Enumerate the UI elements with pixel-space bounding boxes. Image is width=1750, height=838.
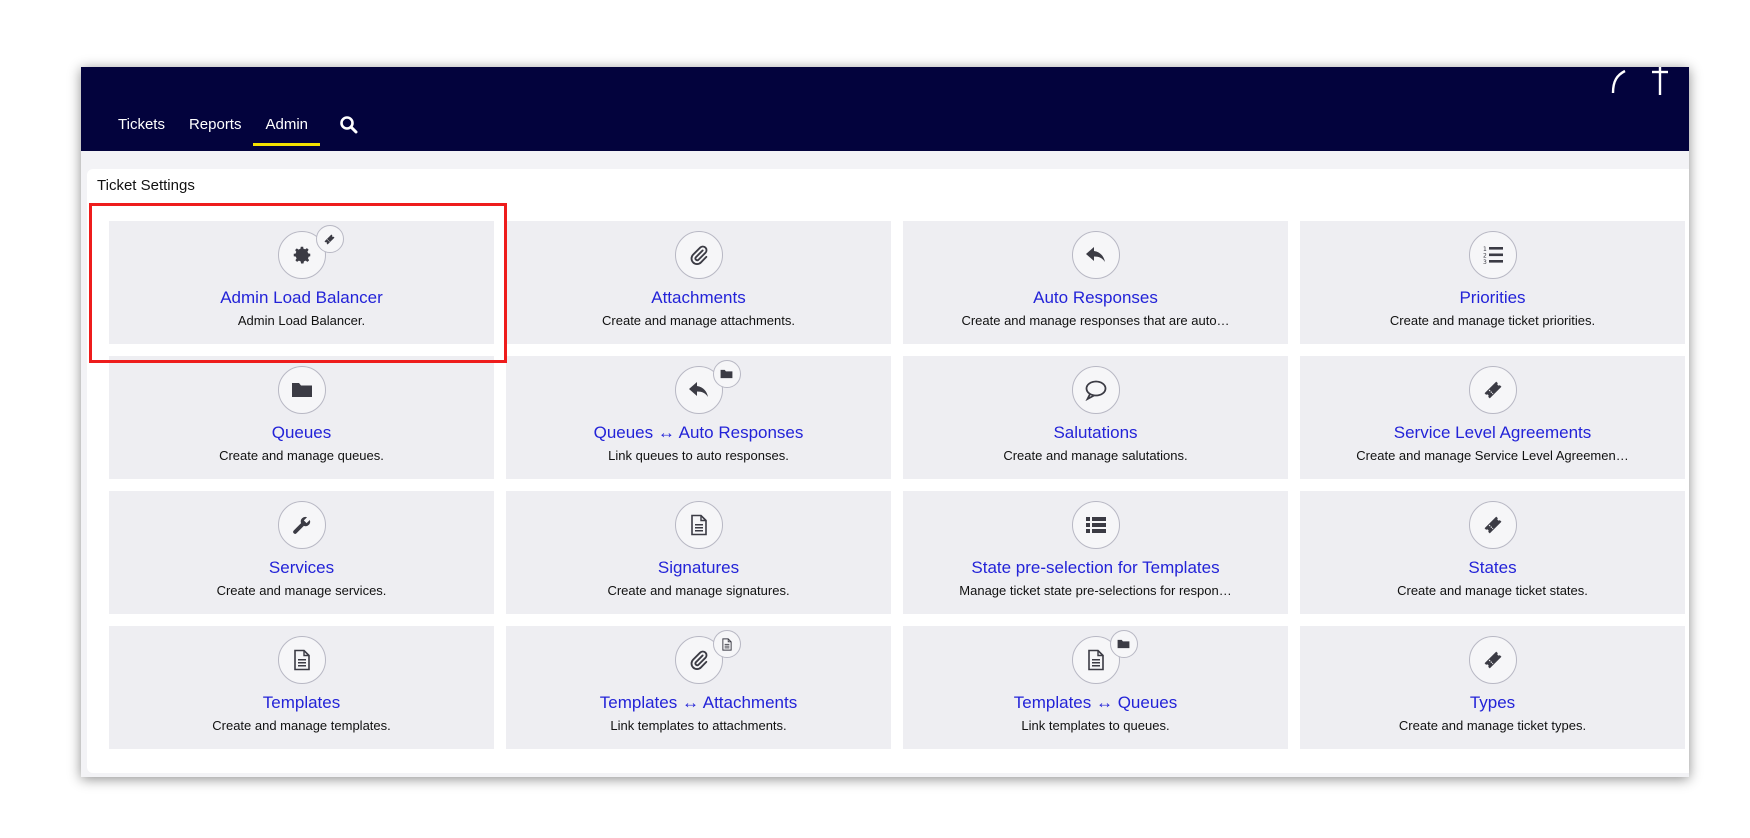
admin-tile[interactable]: Admin Load Balancer Admin Load Balancer.	[109, 221, 494, 344]
tile-title[interactable]: Templates ↔ Queues	[903, 693, 1288, 713]
admin-tile[interactable]: Signatures Create and manage signatures.	[506, 491, 891, 614]
tile-description: Create and manage signatures.	[607, 583, 790, 598]
tile-title[interactable]: Admin Load Balancer	[109, 288, 494, 308]
ticket-icon	[1468, 636, 1517, 684]
nav-reports[interactable]: Reports	[177, 111, 254, 139]
tile-title[interactable]: Templates	[109, 693, 494, 713]
admin-tile[interactable]: States Create and manage ticket states.	[1300, 491, 1685, 614]
tile-icon-wrap	[277, 225, 344, 279]
tile-title[interactable]: Queues ↔ Auto Responses	[506, 423, 891, 443]
tile-description: Create and manage ticket priorities.	[1389, 313, 1596, 328]
ticket-settings-panel: Ticket Settings Admin Load Balancer Admin…	[87, 169, 1689, 773]
tile-title[interactable]: Auto Responses	[903, 288, 1288, 308]
tile-title[interactable]: Queues	[109, 423, 494, 443]
list-icon	[1071, 501, 1120, 549]
tile-description: Link templates to queues.	[1021, 718, 1170, 733]
tile-title[interactable]: Priorities	[1300, 288, 1685, 308]
tile-title[interactable]: State pre-selection for Templates	[903, 558, 1288, 578]
tile-icon-wrap	[1071, 501, 1120, 549]
svg-text:3: 3	[1483, 259, 1487, 266]
tile-icon-wrap	[277, 636, 326, 684]
tile-description: Create and manage Service Level Agreemen…	[1356, 448, 1629, 463]
search-icon[interactable]	[338, 114, 360, 136]
admin-tile[interactable]: Queues ↔ Auto Responses Link queues to au…	[506, 356, 891, 479]
badge-document-icon	[712, 630, 741, 658]
ticket-icon	[1468, 366, 1517, 414]
tile-description: Create and manage ticket states.	[1397, 583, 1588, 598]
tile-title[interactable]: States	[1300, 558, 1685, 578]
admin-tile[interactable]: Templates ↔ Attachments Link templates to…	[506, 626, 891, 749]
tile-icon-wrap	[674, 501, 723, 549]
panel-title: Ticket Settings	[97, 177, 195, 194]
tile-title[interactable]: Templates ↔ Attachments	[506, 693, 891, 713]
tile-icon-wrap	[1071, 630, 1138, 684]
tile-icon-wrap	[1071, 231, 1120, 279]
tile-icon-wrap	[277, 501, 326, 549]
pin-icon[interactable]	[1649, 67, 1671, 97]
app-window: Tickets Reports Admin Ticket Settings Ad…	[81, 67, 1689, 777]
admin-tile[interactable]: State pre-selection for Templates Manage …	[903, 491, 1288, 614]
tile-icon-wrap	[674, 360, 741, 414]
tile-icon-wrap	[277, 366, 326, 414]
admin-tile[interactable]: Service Level Agreements Create and manag…	[1300, 356, 1685, 479]
admin-tile[interactable]: Salutations Create and manage salutations…	[903, 356, 1288, 479]
tile-icon-wrap	[1071, 366, 1120, 414]
admin-tile[interactable]: Types Create and manage ticket types.	[1300, 626, 1685, 749]
nav-admin[interactable]: Admin	[253, 111, 320, 146]
tile-description: Create and manage ticket types.	[1398, 718, 1587, 733]
speech-bubble-icon	[1071, 366, 1120, 414]
tile-description: Create and manage services.	[216, 583, 387, 598]
tile-description: Link templates to attachments.	[610, 718, 787, 733]
tile-description: Create and manage templates.	[212, 718, 391, 733]
wrench-icon	[277, 501, 326, 549]
settings-grid: Admin Load Balancer Admin Load Balancer. A…	[109, 221, 1685, 749]
tile-title[interactable]: Types	[1300, 693, 1685, 713]
document-icon	[674, 501, 723, 549]
paperclip-icon	[674, 231, 723, 279]
tile-description: Create and manage responses that are aut…	[961, 313, 1230, 328]
tile-title[interactable]: Service Level Agreements	[1300, 423, 1685, 443]
admin-tile[interactable]: Auto Responses Create and manage response…	[903, 221, 1288, 344]
tile-description: Create and manage salutations.	[1003, 448, 1188, 463]
main-nav: Tickets Reports Admin	[106, 111, 360, 146]
numbered-list-icon: 123	[1468, 231, 1517, 279]
admin-tile[interactable]: Queues Create and manage queues.	[109, 356, 494, 479]
tile-icon-wrap: 123	[1468, 231, 1517, 279]
admin-tile[interactable]: 1 2 3 Priorities Create and manage ticket pr…	[1300, 221, 1685, 344]
document-icon	[277, 636, 326, 684]
tile-description: Manage ticket state pre-selections for r…	[959, 583, 1232, 598]
tile-description: Link queues to auto responses.	[608, 448, 789, 463]
tile-icon-wrap	[674, 231, 723, 279]
tile-title[interactable]: Salutations	[903, 423, 1288, 443]
tile-icon-wrap	[1468, 366, 1517, 414]
tile-description: Admin Load Balancer.	[237, 313, 366, 328]
tile-title[interactable]: Attachments	[506, 288, 891, 308]
tile-icon-wrap	[1468, 501, 1517, 549]
badge-ticket-icon	[315, 225, 344, 253]
top-navigation-bar: Tickets Reports Admin	[81, 67, 1689, 151]
badge-folder-icon	[712, 360, 741, 388]
tile-icon-wrap	[674, 630, 741, 684]
admin-tile[interactable]: Services Create and manage services.	[109, 491, 494, 614]
reply-icon	[1071, 231, 1120, 279]
corner-icons	[1607, 67, 1671, 97]
tile-title[interactable]: Services	[109, 558, 494, 578]
admin-tile[interactable]: Attachments Create and manage attachments…	[506, 221, 891, 344]
badge-folder-icon	[1109, 630, 1138, 658]
tile-description: Create and manage attachments.	[602, 313, 795, 328]
tile-title[interactable]: Signatures	[506, 558, 891, 578]
folder-icon	[277, 366, 326, 414]
loading-arc-icon	[1611, 69, 1626, 94]
tile-description: Create and manage queues.	[219, 448, 384, 463]
admin-tile[interactable]: Templates ↔ Queues Link templates to queu…	[903, 626, 1288, 749]
nav-tickets[interactable]: Tickets	[106, 111, 177, 139]
tile-icon-wrap	[1468, 636, 1517, 684]
ticket-icon	[1468, 501, 1517, 549]
admin-tile[interactable]: Templates Create and manage templates.	[109, 626, 494, 749]
